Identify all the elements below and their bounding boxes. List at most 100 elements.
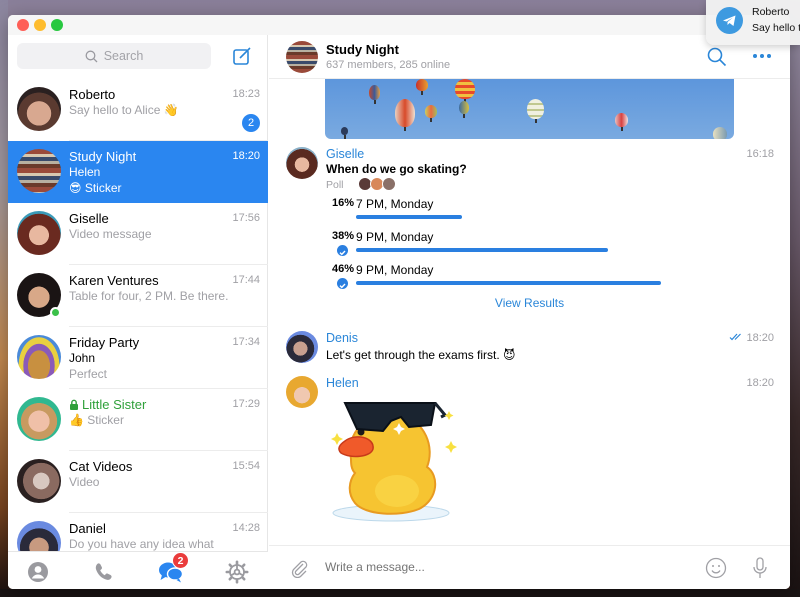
notification-body: Say hello to Alice 👋 [752, 22, 800, 34]
message-time: 18:20 [746, 377, 774, 389]
gear-icon [225, 560, 249, 584]
balloon [395, 99, 415, 131]
poll-check-icon [337, 278, 348, 289]
poll-label: Poll [326, 179, 344, 191]
chat-title[interactable]: Study Night [326, 42, 399, 57]
chat-item-roberto[interactable]: Roberto 18:23 Say hello to Alice 👋 2 [8, 79, 268, 141]
message-time: 18:20 [746, 332, 774, 344]
hot-air-balloons-photo[interactable] [325, 79, 734, 139]
smiley-icon [705, 557, 727, 579]
chat-name: Giselle [69, 211, 109, 226]
message-time: 16:18 [746, 148, 774, 160]
message-input[interactable] [325, 560, 685, 574]
chat-sender: Helen [69, 165, 249, 179]
search-input[interactable]: Search [17, 43, 211, 69]
search-row: Search [8, 35, 268, 79]
balloon [369, 85, 380, 104]
group-avatar[interactable] [286, 41, 318, 73]
maximize-window-button[interactable] [51, 19, 63, 31]
sender-name: John [69, 351, 96, 365]
search-icon [707, 47, 727, 67]
chat-name: Study Night [69, 149, 137, 164]
poll-option-text: 9 PM, Monday [356, 230, 434, 244]
more-options-button[interactable] [751, 49, 773, 63]
avatar [17, 521, 61, 551]
duck-with-sunglasses-icon [331, 402, 457, 522]
poll-option[interactable]: 16% 7 PM, Monday [326, 197, 726, 230]
poll-option[interactable]: 46% 9 PM, Monday [326, 263, 726, 296]
message-meta: 18:20 [729, 332, 774, 344]
chat-item-daniel[interactable]: Daniel 14:28 Do you have any idea what t… [8, 513, 268, 551]
chat-item-friday-party[interactable]: Friday Party 17:34 John Perfect [8, 327, 268, 389]
chat-preview: Video [69, 475, 100, 489]
tab-contacts[interactable] [25, 559, 51, 585]
poll-option[interactable]: 38% 9 PM, Monday [326, 230, 726, 263]
chat-preview: Say hello to Alice 👋 [69, 103, 179, 117]
message-author[interactable]: Helen [326, 376, 359, 390]
close-window-button[interactable] [17, 19, 29, 31]
message-composer [269, 545, 790, 589]
chat-sender: John [69, 351, 249, 365]
person-icon [28, 562, 48, 582]
search-placeholder: Search [103, 49, 144, 63]
balloon [416, 79, 428, 95]
minimize-window-button[interactable] [34, 19, 46, 31]
avatar [17, 211, 61, 255]
chat-time: 17:34 [232, 336, 260, 348]
chat-name-text: Little Sister [82, 397, 147, 412]
chat-time: 15:54 [232, 460, 260, 472]
attach-button[interactable] [289, 558, 309, 579]
tab-calls[interactable] [91, 559, 117, 585]
tab-settings[interactable] [224, 559, 250, 585]
chat-preview: Perfect [69, 367, 108, 381]
chat-time: 18:23 [232, 88, 260, 100]
unread-chats-badge: 2 [172, 552, 189, 569]
desktop-background-right [790, 0, 800, 597]
chat-subtitle: 637 members, 285 online [326, 59, 451, 71]
message-list: Giselle 16:18 When do we go skating? Pol… [269, 79, 790, 545]
title-bar [8, 15, 790, 35]
message-text: Let's get through the exams first. 😈 [326, 348, 516, 362]
tab-chats[interactable]: 2 [158, 552, 189, 585]
poll-bar [356, 215, 462, 219]
chat-preview: 😎 Sticker [69, 181, 122, 195]
telegram-window: Search Roberto 18:23 Say hello to Alice … [8, 15, 790, 589]
chat-item-karen-ventures[interactable]: Karen Ventures 17:44 Table for four, 2 P… [8, 265, 268, 327]
sender-avatar[interactable] [286, 331, 318, 363]
poll-bar [356, 281, 661, 285]
chat-item-cat-videos[interactable]: Cat Videos 15:54 Video [8, 451, 268, 513]
view-results-button[interactable]: View Results [269, 296, 790, 310]
poll-option-percent: 38% [331, 230, 354, 242]
sender-avatar[interactable] [286, 376, 318, 408]
chat-time: 17:44 [232, 274, 260, 286]
message-author[interactable]: Giselle [326, 147, 364, 161]
voice-message-button[interactable] [751, 556, 769, 580]
notification-banner[interactable]: Roberto Say hello to Alice 👋 [706, 0, 800, 45]
poll-question: When do we go skating? [326, 162, 467, 176]
compose-button[interactable] [231, 45, 253, 67]
search-chat-button[interactable] [707, 47, 727, 67]
chat-time: 17:56 [232, 212, 260, 224]
balloon [615, 113, 628, 131]
balloon [425, 105, 437, 122]
chat-preview: Do you have any idea what [69, 537, 214, 551]
avatar [17, 335, 61, 379]
message-author[interactable]: Denis [326, 331, 358, 345]
chat-time: 17:29 [232, 398, 260, 410]
compose-icon [233, 47, 251, 65]
message-denis: Denis 18:20 Let's get through the exams … [269, 331, 790, 367]
duck-sticker[interactable] [327, 395, 457, 525]
balloon [459, 101, 469, 118]
chat-list: Roberto 18:23 Say hello to Alice 👋 2 Stu… [8, 79, 268, 551]
chat-item-giselle[interactable]: Giselle 17:56 Video message [8, 203, 268, 265]
poll-option-text: 7 PM, Monday [356, 197, 434, 211]
paperclip-icon [291, 560, 308, 579]
poll-bar-track [356, 248, 756, 252]
poll-option-percent: 46% [331, 263, 354, 275]
chat-item-study-night[interactable]: Study Night 18:20 Helen 😎 Sticker [8, 141, 268, 203]
emoji-button[interactable] [705, 557, 727, 579]
sender-avatar[interactable] [286, 147, 318, 179]
chat-name: Roberto [69, 87, 116, 102]
search-icon [85, 50, 98, 62]
chat-item-little-sister[interactable]: Little Sister 17:29 👍 Sticker [8, 389, 268, 451]
